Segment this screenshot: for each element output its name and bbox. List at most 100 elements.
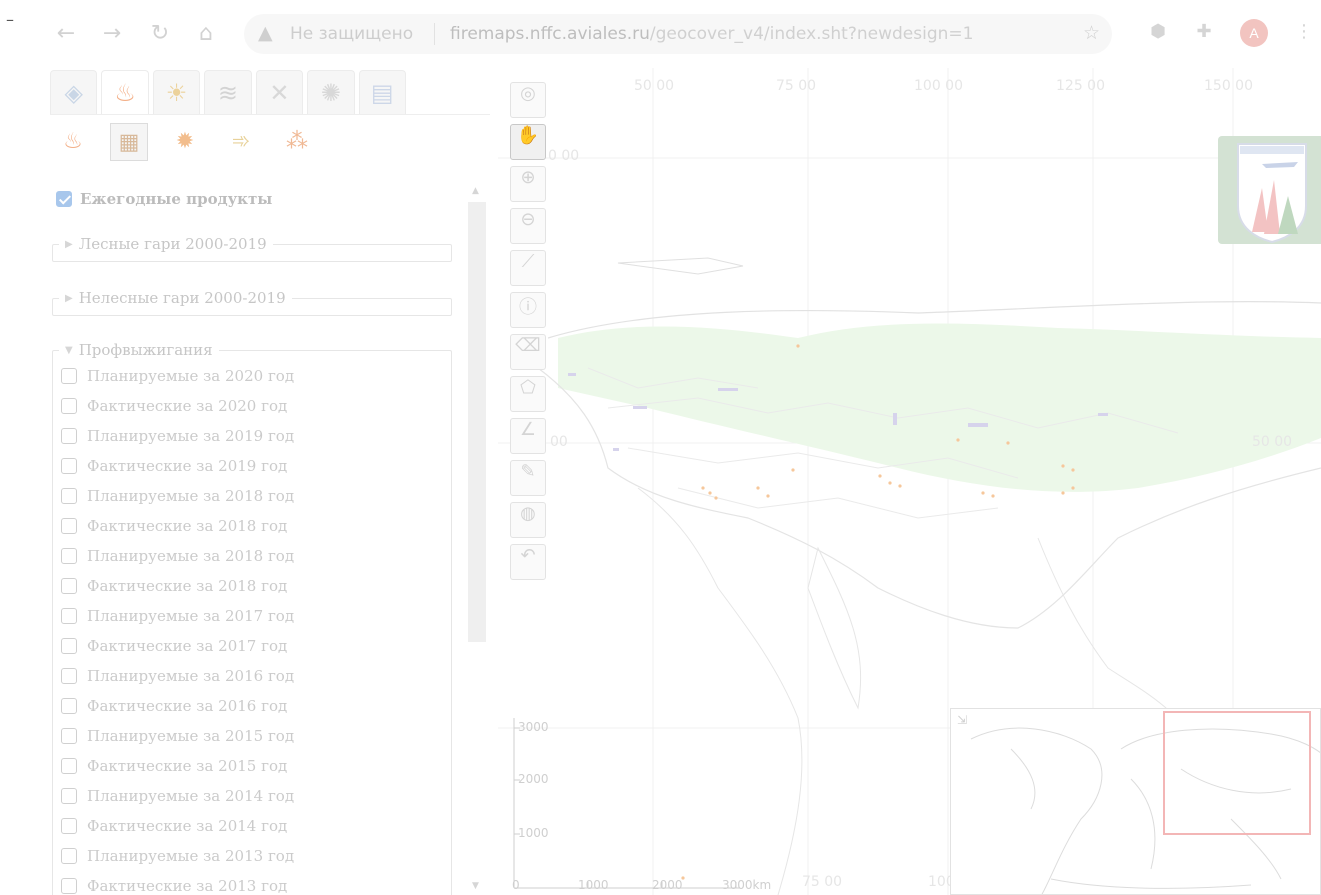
scale-y-3000: 3000 xyxy=(518,720,549,734)
burn-year-label: Планируемые за 2013 год xyxy=(87,847,295,865)
window-dash: – xyxy=(6,10,14,29)
fire-points-icon[interactable]: ⁂ xyxy=(278,123,316,161)
burn-year-checkbox[interactable] xyxy=(61,788,77,804)
nonforest-burns-group: ▶ Нелесные гари 2000-2019 xyxy=(52,289,452,316)
zoom-out-icon[interactable]: ⊖ xyxy=(510,208,546,244)
scale-bar: 3000 2000 1000 0 1000 2000 3000km xyxy=(512,716,771,892)
burn-year-checkbox[interactable] xyxy=(61,428,77,444)
annual-products-toggle[interactable]: Ежегодные продукты xyxy=(56,190,272,208)
settings-icon[interactable]: ✺ xyxy=(307,70,355,114)
url-separator xyxy=(434,23,435,45)
burn-year-item[interactable]: Фактические за 2014 год xyxy=(61,817,287,835)
burn-year-checkbox[interactable] xyxy=(61,368,77,384)
fire-archive-icon[interactable]: ▦ xyxy=(110,123,148,161)
scroll-up-icon[interactable]: ▲ xyxy=(472,186,479,196)
burn-year-item[interactable]: Планируемые за 2016 год xyxy=(61,667,294,685)
info-icon[interactable]: ⓘ xyxy=(510,292,546,328)
arrow-left-icon[interactable]: ← xyxy=(50,18,82,50)
ruler-icon[interactable]: ⟋ xyxy=(510,250,546,286)
burn-year-checkbox[interactable] xyxy=(61,638,77,654)
warning-icon[interactable]: ▲ xyxy=(258,22,273,44)
burn-year-checkbox[interactable] xyxy=(61,698,77,714)
burn-year-item[interactable]: Планируемые за 2017 год xyxy=(61,607,294,625)
burn-year-item[interactable]: Фактические за 2020 год xyxy=(61,397,287,415)
arrow-right-icon[interactable]: → xyxy=(96,18,128,50)
zoom-in-icon[interactable]: ⊕ xyxy=(510,166,546,202)
kebab-menu-icon[interactable]: ⋮ xyxy=(1292,20,1316,44)
weather-icon[interactable]: ☀ xyxy=(152,70,201,114)
burn-year-checkbox[interactable] xyxy=(61,458,77,474)
overview-collapse-icon[interactable]: ⇲ xyxy=(957,713,967,727)
left-panel: ◈ ♨ ☀ ≋ ✕ ✺ ▤ ♨ ▦ ✹ ➾ ⁂ Ежегодные продук… xyxy=(50,68,490,895)
forest-burns-group: ▶ Лесные гари 2000-2019 xyxy=(52,235,452,262)
pan-hand-icon[interactable]: ✋ xyxy=(510,124,546,160)
burn-year-label: Планируемые за 2015 год xyxy=(87,727,295,745)
burn-year-item[interactable]: Планируемые за 2015 год xyxy=(61,727,294,745)
burn-year-item[interactable]: Планируемые за 2020 год xyxy=(61,367,294,385)
url-host: firemaps.nffc.aviales.ru xyxy=(450,24,650,44)
flame-icon[interactable]: ♨ xyxy=(54,123,92,161)
nonforest-burns-header[interactable]: ▶ Нелесные гари 2000-2019 xyxy=(59,289,292,307)
avatar[interactable]: A xyxy=(1240,19,1268,47)
burn-year-item[interactable]: Планируемые за 2014 год xyxy=(61,787,294,805)
eraser-icon[interactable]: ⌫ xyxy=(510,334,546,370)
burn-year-checkbox[interactable] xyxy=(61,518,77,534)
burn-year-checkbox[interactable] xyxy=(61,878,77,894)
undo-icon[interactable]: ↶ xyxy=(510,544,546,580)
controlled-burns-header[interactable]: ▼ Профвыжигания xyxy=(59,341,219,359)
overview-extent-box[interactable] xyxy=(1163,711,1311,835)
burn-year-checkbox[interactable] xyxy=(61,728,77,744)
pin-marker-icon[interactable]: ✎ xyxy=(510,460,546,496)
burn-year-item[interactable]: Фактические за 2017 год xyxy=(61,637,287,655)
shield-extension-icon[interactable]: ⬢ xyxy=(1146,20,1170,44)
angle-measure-icon[interactable]: ∠ xyxy=(510,418,546,454)
burn-year-item[interactable]: Планируемые за 2018 год xyxy=(61,547,294,565)
globe-icon[interactable]: ◍ xyxy=(510,502,546,538)
fire-icon[interactable]: ♨ xyxy=(101,70,149,114)
burn-year-checkbox[interactable] xyxy=(61,818,77,834)
burn-icon[interactable]: ✹ xyxy=(166,123,204,161)
annual-products-checkbox[interactable] xyxy=(56,191,72,207)
burn-year-checkbox[interactable] xyxy=(61,758,77,774)
fire-subtools: ♨ ▦ ✹ ➾ ⁂ xyxy=(50,118,490,166)
burn-year-checkbox[interactable] xyxy=(61,578,77,594)
puzzle-icon[interactable]: ✚ xyxy=(1192,20,1216,44)
url-text[interactable]: firemaps.nffc.aviales.ru/geocover_v4/ind… xyxy=(450,24,973,44)
burn-year-item[interactable]: Фактические за 2015 год xyxy=(61,757,287,775)
satellite-icon[interactable]: ◈ xyxy=(50,70,98,114)
home-icon[interactable]: ⌂ xyxy=(190,18,222,50)
address-bar[interactable]: ▲ Не защищено firemaps.nffc.aviales.ru/g… xyxy=(244,14,1112,54)
fire-layers-icon[interactable]: ➾ xyxy=(222,123,260,161)
scroll-thumb[interactable] xyxy=(468,202,486,642)
forest-burns-header[interactable]: ▶ Лесные гари 2000-2019 xyxy=(59,235,273,253)
star-icon[interactable]: ☆ xyxy=(1083,22,1100,44)
table-icon[interactable]: ▤ xyxy=(358,70,406,114)
tools-icon[interactable]: ✕ xyxy=(255,70,304,114)
burn-year-checkbox[interactable] xyxy=(61,668,77,684)
burn-year-item[interactable]: Фактические за 2019 год xyxy=(61,457,287,475)
overview-map[interactable]: ⇲ xyxy=(950,708,1321,895)
burn-year-item[interactable]: Фактические за 2013 год xyxy=(61,877,287,895)
panel-scrollbar[interactable]: ▲ ▼ xyxy=(468,184,486,895)
burn-year-checkbox[interactable] xyxy=(61,608,77,624)
burn-year-item[interactable]: Фактические за 2016 год xyxy=(61,697,287,715)
scroll-down-icon[interactable]: ▼ xyxy=(472,881,479,891)
burn-year-item[interactable]: Планируемые за 2018 год xyxy=(61,487,294,505)
map-view[interactable]: 50 00 75 00 100 00 125 00 150 00 0 00 00… xyxy=(498,68,1321,895)
polygon-select-icon[interactable]: ⬠ xyxy=(510,376,546,412)
burn-year-label: Планируемые за 2019 год xyxy=(87,427,295,445)
burn-year-item[interactable]: Планируемые за 2019 год xyxy=(61,427,294,445)
zoom-extent-icon[interactable]: ◎ xyxy=(510,82,546,118)
burn-year-checkbox[interactable] xyxy=(61,848,77,864)
burn-year-item[interactable]: Планируемые за 2013 год xyxy=(61,847,294,865)
burn-year-checkbox[interactable] xyxy=(61,548,77,564)
coastline xyxy=(617,257,744,275)
burn-year-item[interactable]: Фактические за 2018 год xyxy=(61,577,287,595)
reload-icon[interactable]: ↻ xyxy=(144,18,176,50)
burn-year-checkbox[interactable] xyxy=(61,398,77,414)
insecure-label[interactable]: Не защищено xyxy=(290,24,413,44)
burn-year-item[interactable]: Фактические за 2018 год xyxy=(61,517,287,535)
layers-icon[interactable]: ≋ xyxy=(204,70,252,114)
burn-year-checkbox[interactable] xyxy=(61,488,77,504)
coord-top-75: 75 00 xyxy=(776,78,817,94)
